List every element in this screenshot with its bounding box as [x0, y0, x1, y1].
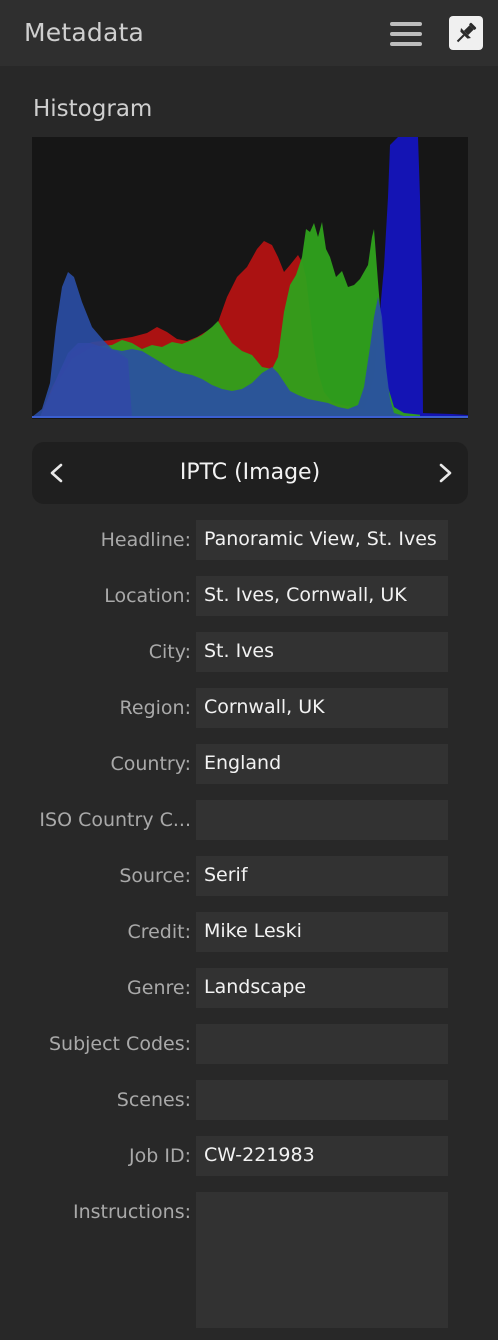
panel-title: Metadata	[24, 18, 144, 47]
histogram-chart	[32, 137, 468, 419]
hamburger-menu-icon	[390, 22, 422, 26]
field-row-job-id: Job ID: CW-221983	[0, 1136, 498, 1176]
iso-country-code-field[interactable]	[196, 800, 448, 840]
field-label: City:	[148, 641, 191, 663]
field-label: Location:	[104, 585, 191, 607]
field-label: Region:	[119, 697, 191, 719]
city-field[interactable]: St. Ives	[196, 632, 448, 672]
hamburger-menu-icon-bar	[390, 32, 422, 36]
field-row-iso-country-code: ISO Country C...	[0, 800, 498, 840]
job-id-field[interactable]: CW-221983	[196, 1136, 448, 1176]
field-row-scenes: Scenes:	[0, 1080, 498, 1120]
headline-field[interactable]: Panoramic View, St. Ives	[196, 520, 448, 560]
genre-field[interactable]: Landscape	[196, 968, 448, 1008]
previous-section-button[interactable]	[40, 456, 74, 490]
field-label: Instructions:	[73, 1201, 191, 1223]
field-label: Subject Codes:	[48, 1033, 191, 1055]
field-row-source: Source: Serif	[0, 856, 498, 896]
panel-header: Metadata	[0, 0, 498, 66]
next-section-button[interactable]	[428, 456, 462, 490]
field-row-headline: Headline: Panoramic View, St. Ives	[0, 520, 498, 560]
credit-field[interactable]: Mike Leski	[196, 912, 448, 952]
section-title: IPTC (Image)	[179, 460, 321, 485]
instructions-field[interactable]	[196, 1192, 448, 1328]
hamburger-menu-icon-bar	[390, 42, 422, 46]
field-label: Credit:	[127, 921, 191, 943]
field-label: Job ID:	[129, 1145, 191, 1167]
histogram-graph	[32, 137, 468, 418]
scenes-field[interactable]	[196, 1080, 448, 1120]
field-row-region: Region: Cornwall, UK	[0, 688, 498, 728]
pin-icon	[456, 22, 477, 43]
field-row-country: Country: England	[0, 744, 498, 784]
field-row-city: City: St. Ives	[0, 632, 498, 672]
field-row-credit: Credit: Mike Leski	[0, 912, 498, 952]
source-field[interactable]: Serif	[196, 856, 448, 896]
chevron-right-icon	[439, 463, 452, 483]
country-field[interactable]: England	[196, 744, 448, 784]
menu-button[interactable]	[388, 20, 424, 48]
field-row-subject-codes: Subject Codes:	[0, 1024, 498, 1064]
field-row-location: Location: St. Ives, Cornwall, UK	[0, 576, 498, 616]
location-field[interactable]: St. Ives, Cornwall, UK	[196, 576, 448, 616]
subject-codes-field[interactable]	[196, 1024, 448, 1064]
field-label: Scenes:	[116, 1089, 191, 1111]
metadata-section-navigator: IPTC (Image)	[32, 442, 468, 504]
field-label: Country:	[110, 753, 192, 775]
region-field[interactable]: Cornwall, UK	[196, 688, 448, 728]
field-label: Source:	[119, 865, 191, 887]
field-row-instructions: Instructions:	[0, 1192, 498, 1328]
field-label: Headline:	[100, 529, 191, 551]
pin-button[interactable]	[449, 16, 483, 50]
field-row-genre: Genre: Landscape	[0, 968, 498, 1008]
field-label: Genre:	[127, 977, 191, 999]
chevron-left-icon	[50, 463, 63, 483]
field-label: ISO Country C...	[39, 809, 191, 831]
histogram-title: Histogram	[33, 96, 153, 122]
